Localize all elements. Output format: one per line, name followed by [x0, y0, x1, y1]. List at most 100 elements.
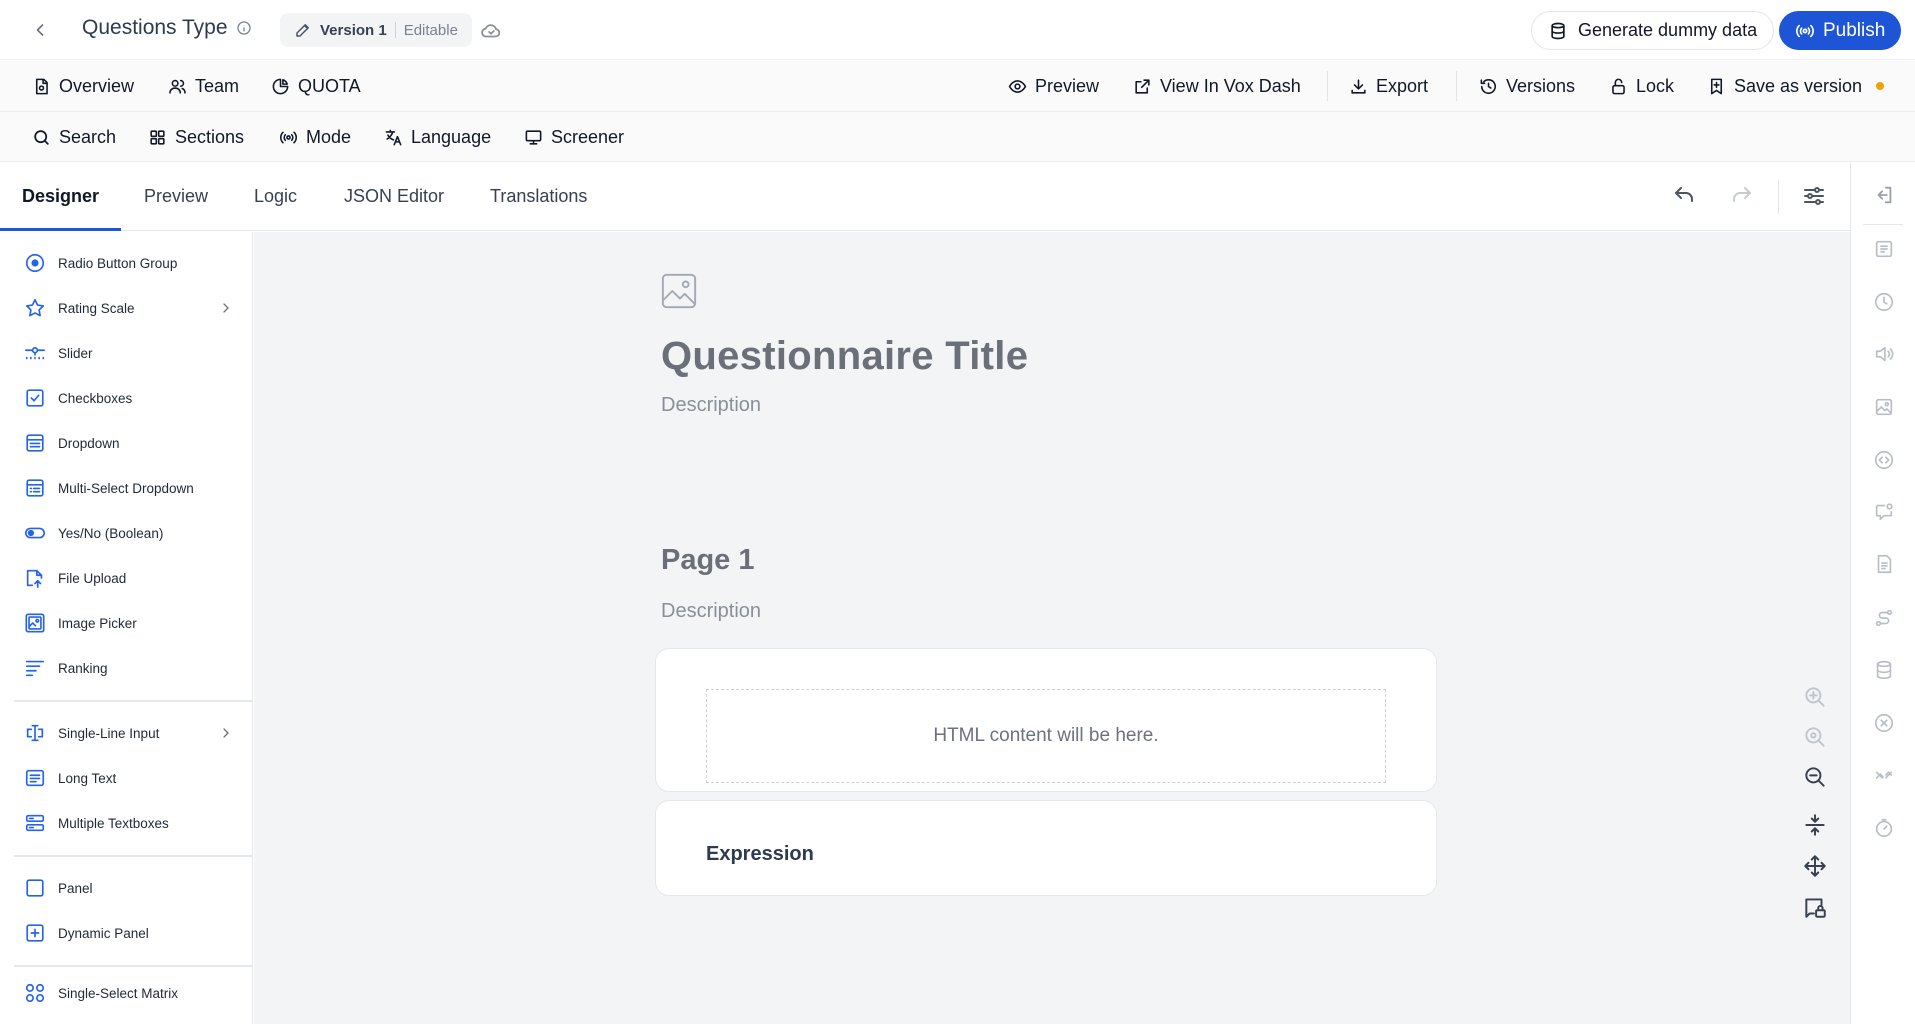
lock-layout-button[interactable]	[1802, 894, 1828, 920]
survey-logo-placeholder[interactable]	[660, 272, 698, 310]
radio-button-icon	[24, 252, 46, 274]
toolbox-item-single-line-input[interactable]: Single-Line Input	[24, 719, 234, 747]
publish-button[interactable]: Publish	[1779, 11, 1902, 50]
toolbox-item-label: Checkboxes	[58, 390, 133, 406]
document-settings-button[interactable]	[1873, 553, 1895, 575]
tab-translations[interactable]: Translations	[490, 186, 587, 207]
nav-divider	[1327, 71, 1328, 101]
generate-dummy-data-button[interactable]: Generate dummy data	[1531, 11, 1775, 50]
toolbox-item-image-picker[interactable]: Image Picker	[24, 609, 234, 637]
nav-versions[interactable]: Versions	[1479, 73, 1575, 99]
toolbox-item-single-select-matrix[interactable]: Single-Select Matrix	[24, 979, 234, 1007]
close-circle-icon	[1873, 712, 1895, 734]
nav-export-label: Export	[1376, 75, 1429, 96]
toolbox-item-checkboxes[interactable]: Checkboxes	[24, 384, 234, 412]
nav-mode[interactable]: Mode	[279, 124, 351, 150]
pencil-icon	[294, 21, 312, 39]
validation-settings-button[interactable]	[1873, 712, 1895, 734]
info-icon[interactable]	[236, 20, 252, 36]
nav-screener[interactable]: Screener	[524, 124, 624, 150]
tools-settings-button[interactable]	[1873, 765, 1895, 787]
toolbox-item-label: Multiple Textboxes	[58, 815, 169, 831]
audio-settings-button[interactable]	[1873, 343, 1895, 365]
code-settings-button[interactable]	[1873, 449, 1895, 471]
chevron-right-icon[interactable]	[218, 725, 234, 741]
toolbox-item-label: Yes/No (Boolean)	[58, 525, 164, 541]
timer-limit-button[interactable]	[1873, 817, 1895, 839]
back-button[interactable]	[28, 18, 52, 42]
page-description[interactable]: Description	[661, 600, 761, 623]
image-placeholder-icon	[660, 272, 698, 310]
tab-json-editor[interactable]: JSON Editor	[344, 186, 444, 207]
survey-title: Questions Type	[82, 16, 252, 40]
collapse-panel-button[interactable]	[1873, 184, 1895, 206]
nav-search[interactable]: Search	[32, 124, 116, 150]
generate-dummy-data-label: Generate dummy data	[1578, 20, 1758, 40]
multi-select-icon	[24, 477, 46, 499]
nav-quota[interactable]: QUOTA	[271, 73, 361, 99]
document-icon	[1873, 553, 1895, 575]
redo-button[interactable]	[1730, 184, 1754, 208]
questionnaire-title[interactable]: Questionnaire Title	[661, 334, 1028, 379]
settings-sliders-button[interactable]	[1802, 184, 1826, 208]
checkbox-icon	[24, 387, 46, 409]
toolbox-item-dynamic-panel[interactable]: Dynamic Panel	[24, 919, 234, 947]
toolbox-item-slider[interactable]: Slider	[24, 339, 234, 367]
nav-quota-label: QUOTA	[298, 75, 361, 96]
chevron-right-icon[interactable]	[218, 300, 234, 316]
long-text-icon	[24, 767, 46, 789]
tab-logic[interactable]: Logic	[254, 186, 297, 207]
questionnaire-description[interactable]: Description	[661, 394, 761, 417]
image-settings-button[interactable]	[1873, 396, 1895, 418]
tab-designer[interactable]: Designer	[22, 186, 99, 207]
toolbox-item-panel[interactable]: Panel	[24, 874, 234, 902]
expression-question-card[interactable]: Expression	[655, 800, 1437, 896]
page-title[interactable]: Page 1	[661, 544, 755, 577]
toolbox-item-yes-no-boolean[interactable]: Yes/No (Boolean)	[24, 519, 234, 547]
nav-lock[interactable]: Lock	[1609, 73, 1674, 99]
undo-button[interactable]	[1672, 184, 1696, 208]
html-question-card[interactable]: HTML content will be here.	[655, 648, 1437, 792]
slider-icon	[24, 342, 46, 364]
nav-save-as-version[interactable]: Save as version	[1707, 73, 1885, 99]
timer-settings-button[interactable]	[1873, 291, 1895, 313]
nav-sections[interactable]: Sections	[148, 124, 244, 150]
collapse-all-button[interactable]	[1802, 812, 1828, 838]
toolbox-item-label: Multi-Select Dropdown	[58, 480, 194, 496]
toolbox-item-rating-scale[interactable]: Rating Scale	[24, 294, 234, 322]
toolbox-item-label: File Upload	[58, 570, 127, 586]
toolbox-sidebar: Radio Button Group Rating Scale Slider C…	[0, 232, 253, 1024]
fit-to-screen-button[interactable]	[1802, 853, 1828, 879]
general-settings-button[interactable]	[1873, 238, 1895, 260]
toolbox-item-file-upload[interactable]: File Upload	[24, 564, 234, 592]
broadcast-icon	[1795, 21, 1815, 41]
nav-export[interactable]: Export	[1349, 73, 1428, 99]
panel-expand-icon	[1873, 184, 1895, 206]
toolbox-item-long-text[interactable]: Long Text	[24, 764, 234, 792]
nav-language[interactable]: Language	[384, 124, 491, 150]
chat-settings-button[interactable]	[1873, 501, 1895, 523]
toolbox-item-multiple-textboxes[interactable]: Multiple Textboxes	[24, 809, 234, 837]
logic-flow-button[interactable]	[1873, 607, 1895, 629]
image-picker-icon	[24, 612, 46, 634]
data-settings-button[interactable]	[1873, 659, 1895, 681]
toolbox-item-dropdown[interactable]: Dropdown	[24, 429, 234, 457]
nav-view-in-vox-dash[interactable]: View In Vox Dash	[1133, 73, 1301, 99]
nav-overview-label: Overview	[59, 75, 135, 96]
version-selector[interactable]: Version 1 Editable	[280, 13, 472, 47]
toolbox-item-multi-select-dropdown[interactable]: Multi-Select Dropdown	[24, 474, 234, 502]
radio-waves-icon	[279, 128, 298, 147]
toolbox-item-radio-button-group[interactable]: Radio Button Group	[24, 249, 234, 277]
zoom-reset-button[interactable]	[1802, 724, 1828, 750]
nav-overview[interactable]: Overview	[32, 73, 134, 99]
toolbox-item-ranking[interactable]: Ranking	[24, 654, 234, 682]
nav-team[interactable]: Team	[168, 73, 239, 99]
toolbox-item-label: Single-Select Matrix	[58, 985, 179, 1001]
tab-preview[interactable]: Preview	[144, 186, 208, 207]
zoom-out-button[interactable]	[1802, 764, 1828, 790]
zoom-in-button[interactable]	[1802, 684, 1828, 710]
design-canvas: Questionnaire Title Description Page 1 D…	[254, 232, 1850, 1024]
nav-preview[interactable]: Preview	[1008, 73, 1099, 99]
cloud-sync-icon[interactable]	[480, 20, 502, 42]
unsaved-changes-indicator	[1876, 82, 1885, 90]
